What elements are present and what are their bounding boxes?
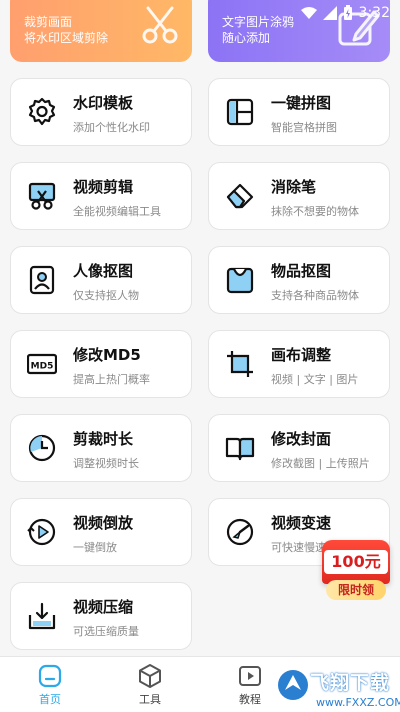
bag-icon bbox=[226, 267, 254, 294]
card-title: 视频变速 bbox=[271, 514, 332, 532]
tab-home[interactable]: 首页 bbox=[10, 661, 90, 707]
tab-label: 工具 bbox=[139, 693, 161, 706]
card-md5[interactable]: MD5 修改MD5 提高上热门概率 bbox=[10, 330, 192, 398]
home-icon bbox=[38, 664, 62, 688]
clock-icon bbox=[28, 434, 56, 462]
compress-icon bbox=[28, 602, 56, 630]
card-watermark-template[interactable]: 水印模板 添加个性化水印 bbox=[10, 78, 192, 146]
coupon-promo-button[interactable]: 100元 限时领 bbox=[322, 540, 390, 604]
tab-label: 首页 bbox=[39, 693, 61, 706]
watermark-logo bbox=[278, 670, 308, 700]
speed-icon bbox=[226, 518, 254, 546]
status-bar: 3:32 bbox=[300, 0, 390, 26]
card-title: 修改封面 bbox=[271, 430, 332, 448]
coupon-tag: 限时领 bbox=[326, 580, 386, 600]
card-subtitle: 可快速慢速 bbox=[271, 541, 326, 554]
scissors-icon bbox=[28, 182, 56, 210]
card-title: 人像抠图 bbox=[73, 262, 134, 280]
card-title: 视频压缩 bbox=[73, 598, 134, 616]
card-title: 消除笔 bbox=[271, 178, 317, 196]
coupon-amount: 100元 bbox=[324, 550, 388, 574]
card-subtitle: 视频 | 文字 | 图片 bbox=[271, 373, 359, 386]
wifi-icon bbox=[300, 7, 317, 19]
card-title: 一键拼图 bbox=[271, 94, 332, 112]
card-subtitle: 提高上热门概率 bbox=[73, 373, 150, 386]
card-subtitle: 抹除不想要的物体 bbox=[271, 205, 359, 218]
card-trim-duration[interactable]: 剪裁时长 调整视频时长 bbox=[10, 414, 192, 482]
card-video-compress[interactable]: 视频压缩 可选压缩质量 bbox=[10, 582, 192, 650]
gear-icon bbox=[28, 97, 56, 126]
collage-icon bbox=[226, 98, 254, 126]
card-subtitle: 智能宫格拼图 bbox=[271, 121, 337, 134]
play-icon bbox=[239, 666, 261, 686]
status-time: 3:32 bbox=[358, 5, 390, 21]
cube-icon bbox=[139, 664, 161, 688]
card-title: 修改MD5 bbox=[73, 346, 141, 364]
card-portrait-cutout[interactable]: 人像抠图 仅支持抠人物 bbox=[10, 246, 192, 314]
card-subtitle: 可选压缩质量 bbox=[73, 625, 139, 638]
card-title: 视频倒放 bbox=[73, 514, 134, 532]
battery-icon bbox=[343, 5, 352, 20]
card-subtitle: 全能视频编辑工具 bbox=[73, 205, 161, 218]
watermark-url: www.FXXZ.COM bbox=[316, 696, 400, 709]
card-title: 剪裁时长 bbox=[73, 430, 134, 448]
scissors-icon bbox=[142, 6, 178, 44]
card-eraser[interactable]: 消除笔 抹除不想要的物体 bbox=[208, 162, 390, 230]
card-change-cover[interactable]: 修改封面 修改截图 | 上传照片 bbox=[208, 414, 390, 482]
card-subtitle: 仅支持抠人物 bbox=[73, 289, 139, 302]
rewind-icon bbox=[27, 518, 56, 546]
svg-text:MD5: MD5 bbox=[31, 362, 54, 372]
card-object-cutout[interactable]: 物品抠图 支持各种商品物体 bbox=[208, 246, 390, 314]
card-subtitle: 支持各种商品物体 bbox=[271, 289, 359, 302]
watermark-overlay: 飞翔下载 www.FXXZ.COM bbox=[276, 664, 400, 712]
signal-icon bbox=[322, 6, 337, 20]
card-video-edit[interactable]: 视频剪辑 全能视频编辑工具 bbox=[10, 162, 192, 230]
eraser-icon bbox=[226, 183, 254, 209]
md5-icon: MD5 bbox=[27, 353, 57, 375]
card-canvas-adjust[interactable]: 画布调整 视频 | 文字 | 图片 bbox=[208, 330, 390, 398]
card-video-reverse[interactable]: 视频倒放 一键倒放 bbox=[10, 498, 192, 566]
card-subtitle: 修改截图 | 上传照片 bbox=[271, 457, 370, 470]
crop-icon bbox=[227, 351, 253, 377]
portrait-icon bbox=[29, 265, 55, 295]
tab-tools[interactable]: 工具 bbox=[110, 661, 190, 707]
card-title: 视频剪辑 bbox=[73, 178, 134, 196]
watermark-brand: 飞翔下载 bbox=[310, 672, 391, 694]
card-subtitle: 一键倒放 bbox=[73, 541, 117, 554]
card-subtitle: 调整视频时长 bbox=[73, 457, 139, 470]
crop-banner[interactable]: 裁剪画面 将水印区域剪除 bbox=[10, 0, 192, 62]
card-title: 水印模板 bbox=[73, 94, 134, 112]
card-title: 物品抠图 bbox=[271, 262, 332, 280]
card-collage[interactable]: 一键拼图 智能宫格拼图 bbox=[208, 78, 390, 146]
card-title: 画布调整 bbox=[271, 346, 332, 364]
card-subtitle: 添加个性化水印 bbox=[73, 121, 150, 134]
book-icon bbox=[225, 437, 255, 461]
